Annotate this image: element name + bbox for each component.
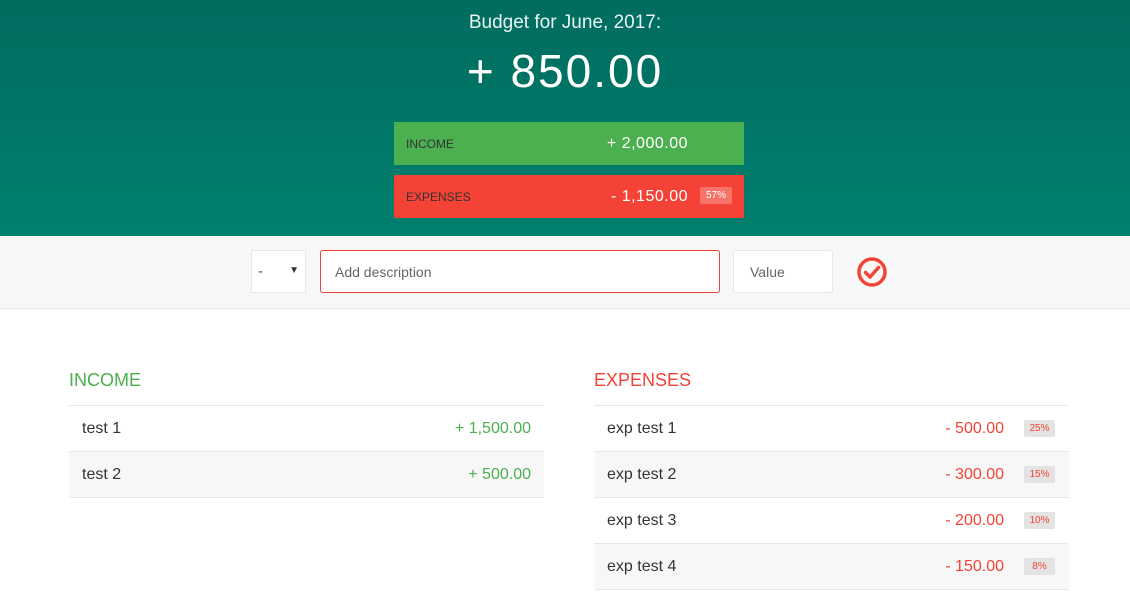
item-amount: - 200.00 bbox=[945, 512, 1004, 529]
item-amount: - 150.00 bbox=[945, 558, 1004, 575]
value-input[interactable] bbox=[733, 250, 833, 293]
item-description: exp test 2 bbox=[607, 466, 677, 483]
expenses-percentage-badge: 57% bbox=[699, 187, 732, 204]
income-summary: Income + 2,000.00 bbox=[394, 122, 744, 165]
list-item[interactable]: test 1 + 1,500.00 bbox=[69, 406, 544, 452]
income-list: Income test 1 + 1,500.00 test 2 + 500.00 bbox=[69, 368, 544, 498]
budget-header: Budget for June, 2017: + 850.00 Income +… bbox=[0, 0, 1130, 236]
item-percentage-badge: 8% bbox=[1024, 558, 1055, 575]
item-description: exp test 1 bbox=[607, 420, 677, 437]
list-item[interactable]: exp test 1 - 500.00 25% bbox=[594, 406, 1069, 452]
list-item[interactable]: test 2 + 500.00 bbox=[69, 452, 544, 498]
list-item[interactable]: exp test 4 - 150.00 8% bbox=[594, 544, 1069, 590]
chevron-down-icon: ▼ bbox=[289, 265, 299, 276]
item-description: test 1 bbox=[82, 420, 122, 437]
income-heading: Income bbox=[69, 368, 544, 406]
description-input[interactable] bbox=[320, 250, 720, 293]
expenses-heading: Expenses bbox=[594, 368, 1069, 406]
add-item-bar: - ▼ bbox=[0, 236, 1130, 309]
expenses-list: Expenses exp test 1 - 500.00 25% exp tes… bbox=[594, 368, 1069, 590]
income-summary-amount: + 2,000.00 bbox=[606, 134, 688, 152]
check-circle-icon bbox=[857, 257, 887, 287]
expenses-summary-label: Expenses bbox=[406, 189, 471, 204]
budget-title: Budget for June, 2017: bbox=[468, 12, 662, 33]
item-amount: + 500.00 bbox=[468, 466, 531, 483]
type-select[interactable]: - ▼ bbox=[251, 250, 306, 293]
expenses-summary: Expenses - 1,150.00 57% bbox=[394, 175, 744, 218]
type-select-value: - bbox=[258, 263, 263, 280]
list-item[interactable]: exp test 3 - 200.00 10% bbox=[594, 498, 1069, 544]
budget-total: + 850.00 bbox=[466, 45, 664, 97]
expenses-summary-amount: - 1,150.00 bbox=[610, 187, 688, 205]
income-summary-label: Income bbox=[406, 136, 454, 151]
item-amount: - 300.00 bbox=[945, 466, 1004, 483]
item-description: test 2 bbox=[82, 466, 122, 483]
item-description: exp test 4 bbox=[607, 558, 677, 575]
item-percentage-badge: 25% bbox=[1024, 420, 1055, 437]
item-amount: + 1,500.00 bbox=[454, 420, 531, 437]
list-item[interactable]: exp test 2 - 300.00 15% bbox=[594, 452, 1069, 498]
item-amount: - 500.00 bbox=[945, 420, 1004, 437]
item-percentage-badge: 15% bbox=[1024, 466, 1055, 483]
item-description: exp test 3 bbox=[607, 512, 677, 529]
add-button[interactable] bbox=[856, 256, 888, 288]
item-percentage-badge: 10% bbox=[1024, 512, 1055, 529]
